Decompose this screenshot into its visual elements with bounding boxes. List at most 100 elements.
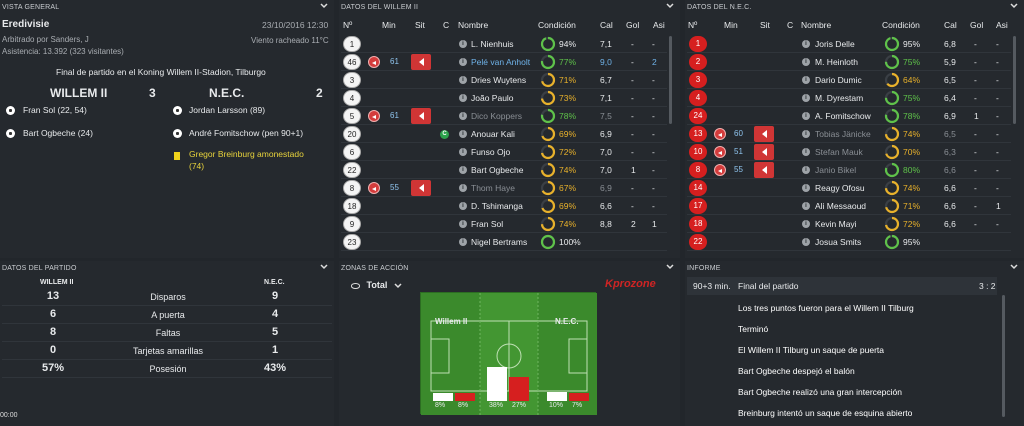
- col-header-rating[interactable]: Cal: [944, 20, 957, 30]
- col-header-no[interactable]: Nº: [343, 20, 352, 30]
- player-name[interactable]: M. Dyrestam: [815, 93, 863, 103]
- condition-ring-icon: [884, 162, 900, 178]
- player-name[interactable]: Fran Sol: [471, 219, 503, 229]
- substitute-button[interactable]: [411, 54, 431, 70]
- player-name[interactable]: Tobias Jänicke: [815, 129, 871, 139]
- info-icon[interactable]: i: [802, 220, 810, 228]
- info-icon[interactable]: i: [459, 166, 467, 174]
- info-icon[interactable]: i: [459, 112, 467, 120]
- player-name[interactable]: Dico Koppers: [471, 111, 522, 121]
- col-header-condition[interactable]: Condición: [882, 20, 920, 30]
- player-name[interactable]: Kevin Mayi: [815, 219, 857, 229]
- info-icon[interactable]: i: [802, 112, 810, 120]
- col-header-no[interactable]: Nº: [688, 20, 697, 30]
- info-icon[interactable]: i: [802, 166, 810, 174]
- chevron-down-icon[interactable]: [1010, 263, 1018, 271]
- player-name[interactable]: Dario Dumic: [815, 75, 862, 85]
- info-icon[interactable]: i: [802, 184, 810, 192]
- minutes-played: 60: [734, 129, 743, 138]
- player-name[interactable]: Funso Ojo: [471, 147, 510, 157]
- col-header-captain[interactable]: C: [787, 20, 793, 30]
- shirt-number: 1: [343, 36, 361, 52]
- player-name[interactable]: L. Nienhuis: [471, 39, 514, 49]
- player-name[interactable]: Nigel Bertrams: [471, 237, 527, 247]
- scrollbar[interactable]: [1002, 295, 1005, 417]
- info-icon[interactable]: i: [459, 76, 467, 84]
- info-icon[interactable]: i: [459, 220, 467, 228]
- info-icon[interactable]: i: [802, 202, 810, 210]
- col-header-name[interactable]: Nombre: [458, 20, 488, 30]
- condition-value: 78%: [903, 111, 921, 121]
- col-header-sit[interactable]: Sit: [415, 20, 425, 30]
- player-name[interactable]: Reagy Ofosu: [815, 183, 865, 193]
- report-line: Breinburg intentó un saque de esquina ab…: [738, 408, 913, 418]
- substitute-button[interactable]: [754, 144, 774, 160]
- col-header-goals[interactable]: Gol: [626, 20, 639, 30]
- col-header-sit[interactable]: Sit: [760, 20, 770, 30]
- player-name[interactable]: Janio Bikel: [815, 165, 856, 175]
- chevron-down-icon[interactable]: [320, 2, 328, 10]
- assists-value: -: [652, 111, 655, 121]
- col-header-rating[interactable]: Cal: [600, 20, 613, 30]
- info-icon[interactable]: i: [802, 238, 810, 246]
- player-name[interactable]: D. Tshimanga: [471, 201, 523, 211]
- substitute-button[interactable]: [754, 162, 774, 178]
- info-icon[interactable]: i: [802, 130, 810, 138]
- col-header-name[interactable]: Nombre: [801, 20, 831, 30]
- substitute-button[interactable]: [754, 126, 774, 142]
- shirt-number: 18: [343, 198, 361, 214]
- chevron-down-icon[interactable]: [320, 263, 328, 271]
- competition-name[interactable]: Eredivisie: [2, 19, 49, 30]
- chevron-down-icon[interactable]: [666, 263, 674, 271]
- player-name[interactable]: M. Heinloth: [815, 57, 858, 67]
- player-name[interactable]: João Paulo: [471, 93, 514, 103]
- info-icon[interactable]: i: [802, 94, 810, 102]
- condition-value: 73%: [559, 93, 577, 103]
- player-name[interactable]: Dries Wuytens: [471, 75, 526, 85]
- info-icon[interactable]: i: [459, 130, 467, 138]
- goals-value: -: [974, 165, 977, 175]
- col-header-assists[interactable]: Asi: [996, 20, 1008, 30]
- scrollbar[interactable]: [1013, 36, 1016, 124]
- player-name[interactable]: Anouar Kali: [471, 129, 515, 139]
- player-name[interactable]: Thom Haye: [471, 183, 515, 193]
- info-icon[interactable]: i: [802, 58, 810, 66]
- col-header-min[interactable]: Min: [724, 20, 738, 30]
- zones-filter-dropdown[interactable]: Total: [351, 280, 402, 291]
- col-header-assists[interactable]: Asi: [653, 20, 665, 30]
- player-name[interactable]: Stefan Mauk: [815, 147, 863, 157]
- scrollbar[interactable]: [669, 36, 672, 124]
- away-team-name[interactable]: N.E.C.: [209, 86, 244, 100]
- info-icon[interactable]: i: [459, 94, 467, 102]
- col-header-captain[interactable]: C: [443, 20, 449, 30]
- home-team-name[interactable]: WILLEM II: [50, 86, 107, 100]
- player-name[interactable]: Ali Messaoud: [815, 201, 866, 211]
- info-icon[interactable]: i: [459, 58, 467, 66]
- substitute-button[interactable]: [411, 180, 431, 196]
- player-name[interactable]: Josua Smits: [815, 237, 861, 247]
- player-name[interactable]: Bart Ogbeche: [471, 165, 523, 175]
- info-icon[interactable]: i: [459, 148, 467, 156]
- rating-value: 5,9: [944, 57, 956, 67]
- col-header-goals[interactable]: Gol: [970, 20, 983, 30]
- col-header-condition[interactable]: Condición: [538, 20, 576, 30]
- player-name[interactable]: Joris Delle: [815, 39, 855, 49]
- info-icon[interactable]: i: [459, 238, 467, 246]
- player-name[interactable]: A. Fomitschow: [815, 111, 871, 121]
- stat-away-value: 43%: [263, 362, 287, 374]
- player-name[interactable]: Pelé van Anholt: [471, 57, 530, 67]
- chevron-down-icon[interactable]: [1010, 2, 1018, 10]
- goals-value: -: [631, 111, 634, 121]
- condition-ring-icon: [884, 234, 900, 250]
- info-icon[interactable]: i: [459, 40, 467, 48]
- row-separator: [687, 88, 1011, 89]
- info-icon[interactable]: i: [802, 76, 810, 84]
- rating-value: 6,9: [600, 129, 612, 139]
- substitute-button[interactable]: [411, 108, 431, 124]
- info-icon[interactable]: i: [802, 148, 810, 156]
- info-icon[interactable]: i: [459, 202, 467, 210]
- chevron-down-icon[interactable]: [666, 2, 674, 10]
- info-icon[interactable]: i: [802, 40, 810, 48]
- col-header-min[interactable]: Min: [382, 20, 396, 30]
- info-icon[interactable]: i: [459, 184, 467, 192]
